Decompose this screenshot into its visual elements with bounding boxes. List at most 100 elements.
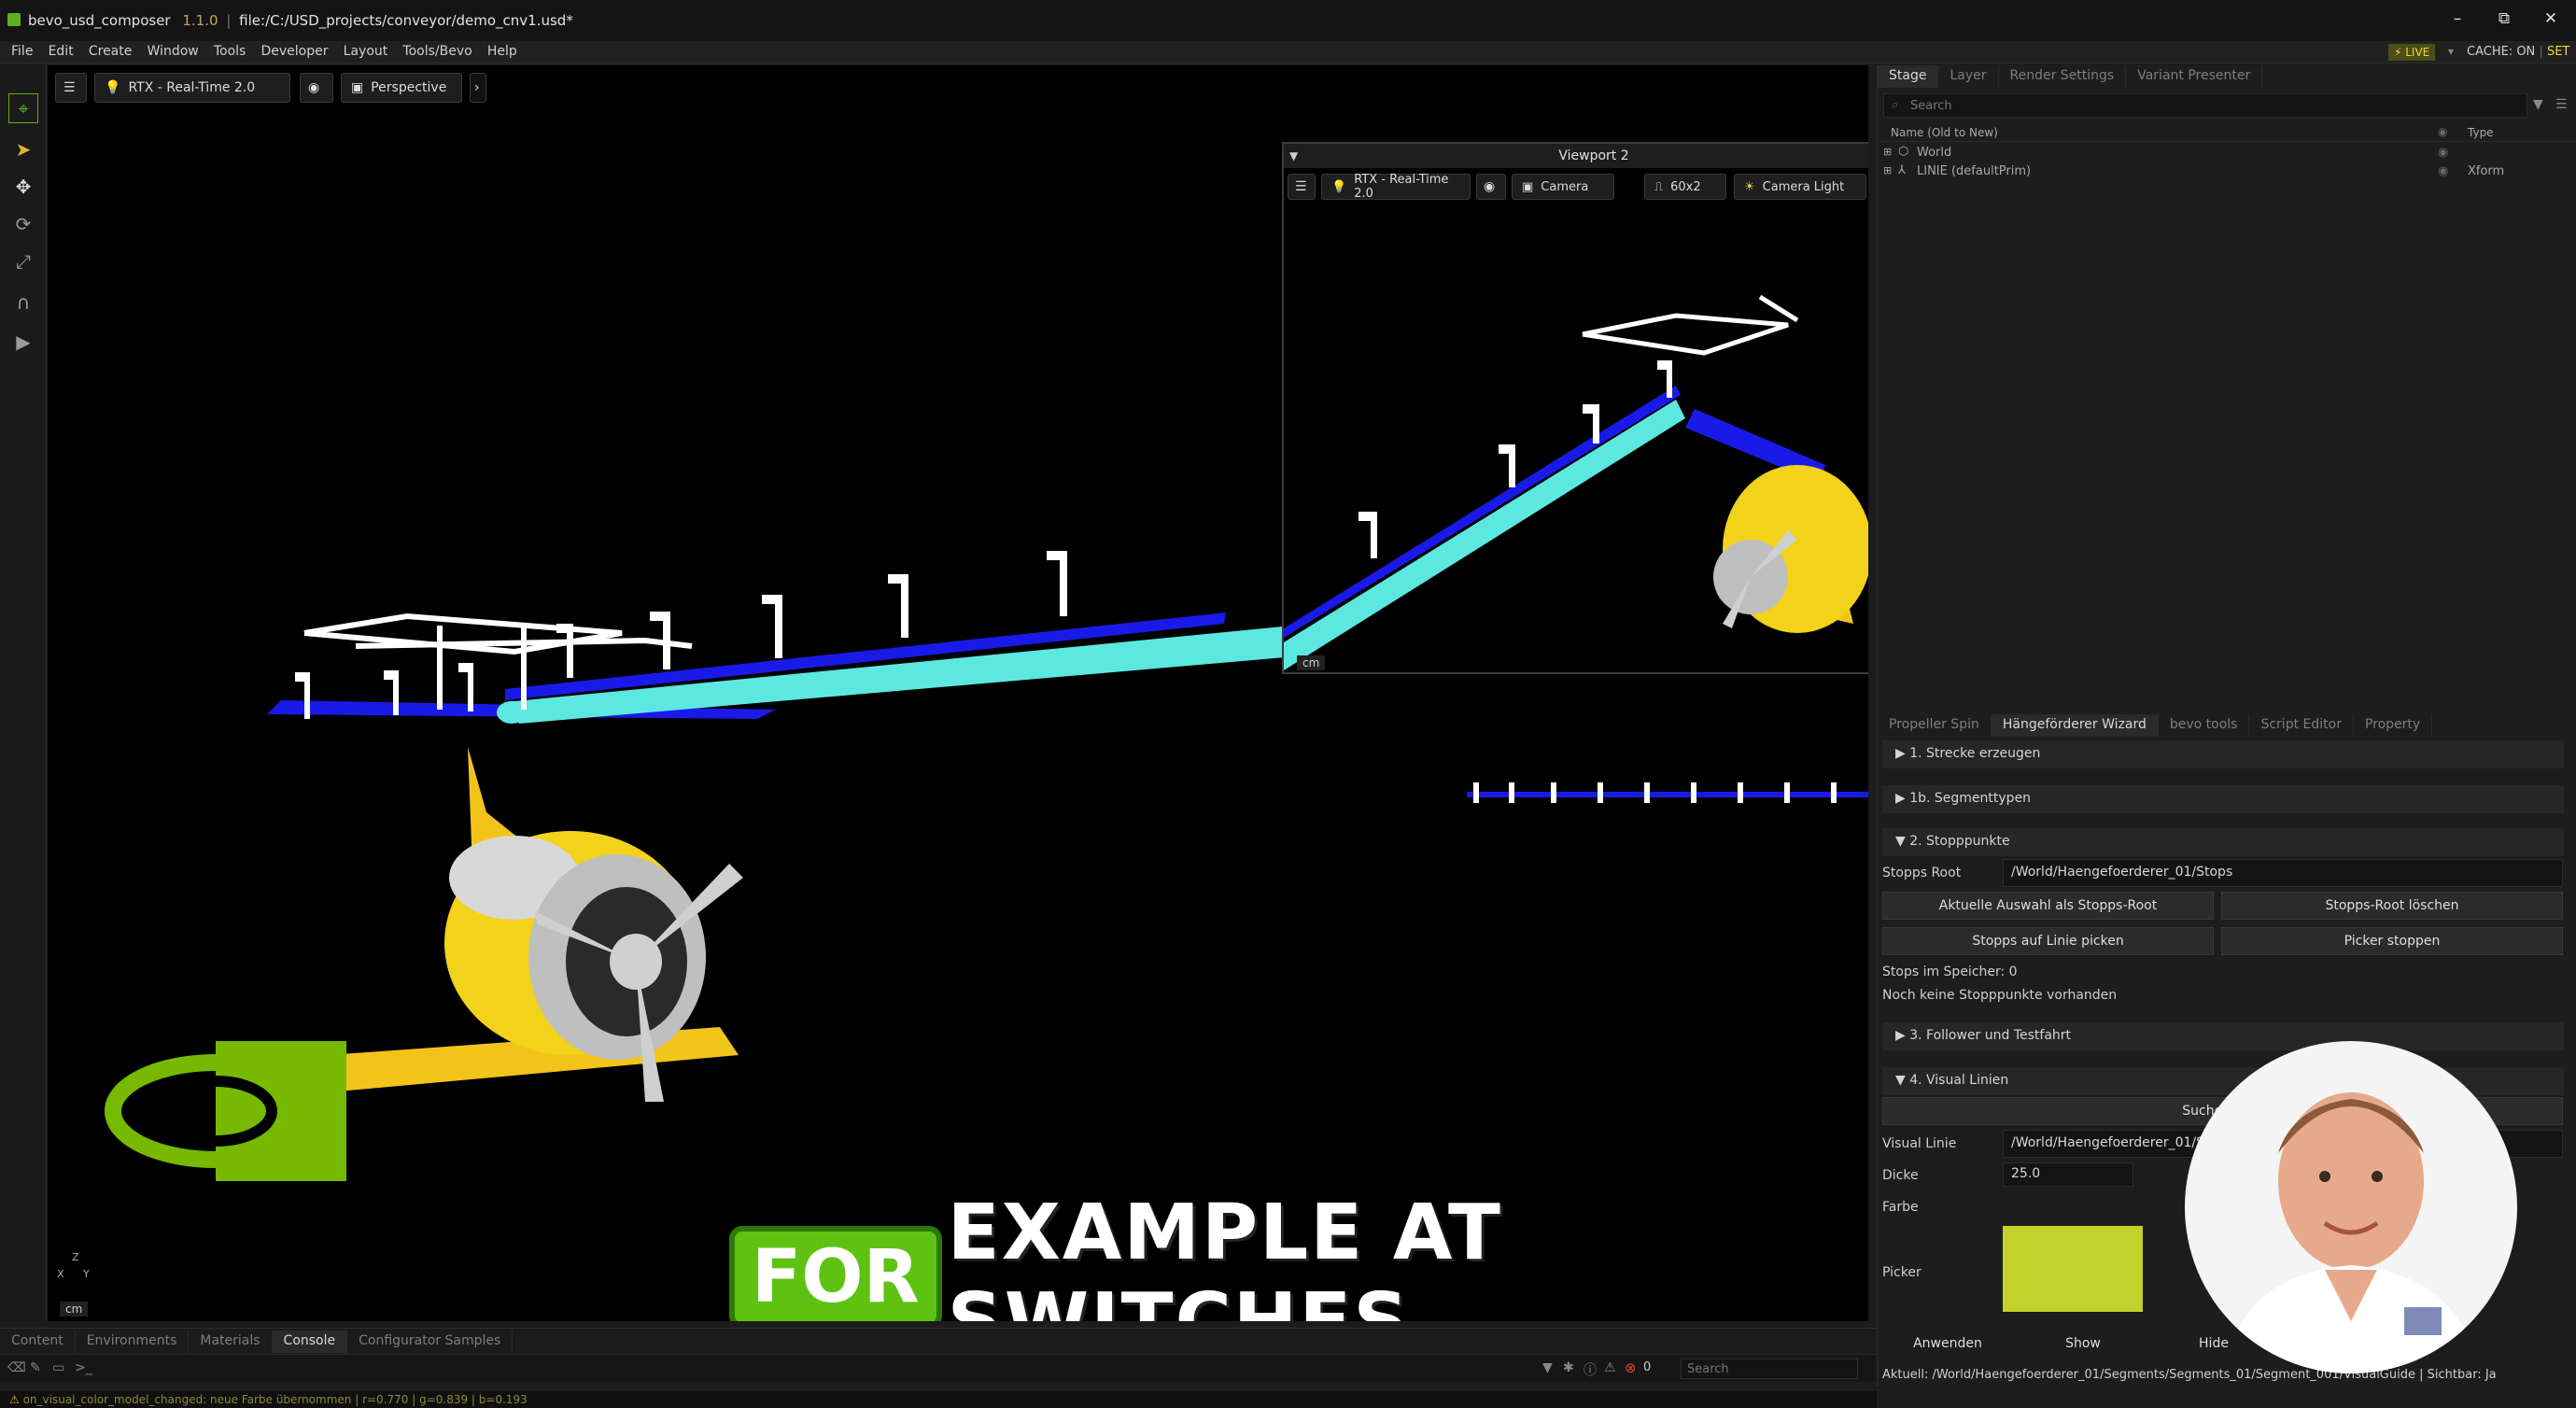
section-segmenttypen[interactable]: ▶ 1b. Segmenttypen: [1882, 785, 2564, 813]
viewport-2-header[interactable]: ▼ Viewport 2 ✕: [1284, 144, 1868, 168]
menu-window[interactable]: Window: [142, 41, 204, 62]
snap-tool-icon[interactable]: ∩: [8, 288, 38, 317]
edit-icon[interactable]: ✎: [30, 1360, 41, 1375]
vp2-renderer-button[interactable]: 💡 RTX - Real-Time 2.0: [1321, 173, 1471, 201]
title-bar: bevo_usd_composer 1.1.0 | file:/C:/USD_p…: [0, 0, 2576, 41]
filter-icon[interactable]: ▼: [2533, 97, 2543, 112]
main-viewport[interactable]: ☰ 💡 RTX - Real-Time 2.0 ◉ ▣ Perspective …: [48, 65, 1868, 1321]
pick-stops-button[interactable]: Stopps auf Linie picken: [1882, 927, 2214, 955]
vp2-visibility-button[interactable]: ◉: [1476, 174, 1506, 200]
stage-row-name: LINIE (defaultPrim): [1917, 164, 2032, 178]
vp2-unit-badge: cm: [1297, 655, 1326, 670]
section-strecke-erzeugen[interactable]: ▶ 1. Strecke erzeugen: [1882, 740, 2564, 768]
stop-picker-button[interactable]: Picker stoppen: [2221, 927, 2563, 955]
play-tool-icon[interactable]: ▶: [8, 327, 38, 357]
expand-icon[interactable]: ⊞: [1883, 164, 1892, 176]
section-follower-testfahrt[interactable]: ▶ 3. Follower und Testfahrt: [1882, 1022, 2564, 1050]
col-type-header[interactable]: Type: [2468, 126, 2494, 139]
vp2-fps-button[interactable]: ⎍ 60x2: [1644, 174, 1726, 200]
tab-configurator-samples[interactable]: Configurator Samples: [347, 1331, 514, 1353]
sun-icon: ☀: [1744, 179, 1755, 194]
verbose-icon[interactable]: ✱: [1563, 1360, 1574, 1375]
menu-edit[interactable]: Edit: [43, 41, 79, 62]
expand-icon[interactable]: ⊞: [1883, 146, 1892, 158]
col-name-header[interactable]: Name (Old to New): [1891, 126, 1998, 139]
menu-create[interactable]: Create: [83, 41, 138, 62]
vp2-scene-render: [1284, 294, 1868, 670]
apply-button[interactable]: Anwenden: [1882, 1331, 2013, 1359]
settings-icon: ☰: [1295, 179, 1307, 194]
tab-script-editor[interactable]: Script Editor: [2249, 714, 2354, 737]
stage-panel: Stage Layer Render Settings Variant Pres…: [1877, 65, 2576, 714]
menu-layout[interactable]: Layout: [338, 41, 394, 62]
tab-property[interactable]: Property: [2354, 714, 2433, 737]
tab-stage[interactable]: Stage: [1878, 65, 1939, 88]
tab-environments[interactable]: Environments: [76, 1331, 190, 1353]
tab-content[interactable]: Content: [0, 1331, 76, 1353]
caption-overlay: FOR EXAMPLE AT SWITCHES: [729, 1189, 1868, 1321]
minimize-button[interactable]: –: [2439, 9, 2476, 32]
info-icon[interactable]: ⓘ: [1584, 1360, 1597, 1379]
live-badge[interactable]: ⚡ LIVE: [2388, 44, 2436, 61]
caption-highlight: FOR: [729, 1226, 942, 1321]
menu-icon[interactable]: ☰: [2555, 97, 2568, 112]
tab-render-settings[interactable]: Render Settings: [1999, 65, 2127, 88]
tab-materials[interactable]: Materials: [189, 1331, 273, 1353]
clear-icon[interactable]: ⌫: [7, 1360, 26, 1375]
file-path: file:/C:/USD_projects/conveyor/demo_cnv1…: [239, 12, 573, 29]
axis-y-label: Y: [83, 1268, 90, 1280]
vp2-camera-button[interactable]: ▣ Camera: [1512, 174, 1614, 200]
tab-console[interactable]: Console: [272, 1331, 348, 1353]
show-button[interactable]: Show: [2018, 1331, 2148, 1359]
dicke-field[interactable]: 25.0: [2003, 1162, 2133, 1187]
stage-tabs: Stage Layer Render Settings Variant Pres…: [1878, 65, 2263, 88]
status-message: on_visual_color_model_changed: neue Farb…: [22, 1393, 528, 1406]
stage-header-row: Name (Old to New) ◉ Type: [1878, 123, 2576, 142]
stage-row[interactable]: ⊞ ⬡ World ◉: [1878, 144, 2576, 162]
current-selection-text: Aktuell: /World/Haengefoerderer_01/Segme…: [1882, 1368, 2497, 1382]
viewport-2-window[interactable]: ▼ Viewport 2 ✕ ☰ 💡 RTX - Real-Time 2.0 ◉…: [1282, 142, 1868, 674]
visibility-icon[interactable]: ◉: [2438, 164, 2448, 178]
stage-search-field[interactable]: ⌕: [1883, 93, 2527, 118]
close-button[interactable]: ✕: [2532, 9, 2569, 32]
tab-bevo-tools[interactable]: bevo tools: [2159, 714, 2250, 737]
menu-help[interactable]: Help: [482, 41, 523, 62]
delete-stopps-root-button[interactable]: Stopps-Root löschen: [2221, 892, 2563, 920]
menu-tools[interactable]: Tools: [208, 41, 252, 62]
vp2-light-button[interactable]: ☀ Camera Light: [1734, 174, 1866, 200]
stopps-root-field[interactable]: /World/Haengefoerderer_01/Stops: [2003, 859, 2563, 887]
menu-tools-bevo[interactable]: Tools/Bevo: [397, 41, 477, 62]
console-search-input[interactable]: [1681, 1359, 1858, 1379]
cache-label: CACHE: ON: [2467, 45, 2536, 59]
live-dropdown-icon[interactable]: ▾: [2448, 45, 2454, 58]
select-tool-icon[interactable]: ➤: [8, 134, 38, 164]
prompt-icon: >_: [75, 1360, 92, 1375]
menu-file[interactable]: File: [6, 41, 38, 62]
error-icon[interactable]: ⊗: [1625, 1359, 1637, 1376]
stage-row[interactable]: ⊞ ⅄ LINIE (defaultPrim) ◉ Xform: [1878, 162, 2576, 181]
visibility-icon[interactable]: ◉: [2438, 146, 2448, 160]
scale-tool-icon[interactable]: ⤢: [8, 246, 38, 276]
restore-button[interactable]: ⧉: [2485, 9, 2523, 32]
menu-developer[interactable]: Developer: [256, 41, 334, 62]
stage-search-input[interactable]: [1910, 97, 2470, 114]
left-toolbar: ⌖ ➤ ✥ ⟳ ⤢ ∩ ▶: [0, 65, 47, 1321]
move-tool-icon[interactable]: ✥: [8, 172, 38, 202]
tab-propeller-spin[interactable]: Propeller Spin: [1878, 714, 1992, 737]
picker-label: Picker: [1882, 1265, 1921, 1280]
warning-icon[interactable]: ⚠: [1604, 1360, 1616, 1375]
set-stopps-root-button[interactable]: Aktuelle Auswahl als Stopps-Root: [1882, 892, 2214, 920]
camera-tool-icon[interactable]: ⌖: [8, 93, 38, 123]
dicke-label: Dicke: [1882, 1168, 1919, 1183]
section-stopppunkte[interactable]: ▼ 2. Stopppunkte: [1882, 828, 2564, 856]
rotate-tool-icon[interactable]: ⟳: [8, 209, 38, 239]
vp2-settings-button[interactable]: ☰: [1288, 174, 1316, 200]
axis-gizmo: Z X Y: [57, 1251, 94, 1288]
filter-icon[interactable]: ▼: [1542, 1360, 1553, 1375]
tab-layer[interactable]: Layer: [1938, 65, 1999, 88]
folder-icon[interactable]: ▭: [52, 1360, 64, 1375]
collapse-icon[interactable]: ▼: [1289, 144, 1298, 168]
tab-haengefoerderer-wizard[interactable]: Hängeförderer Wizard: [1991, 714, 2159, 737]
tab-variant-presenter[interactable]: Variant Presenter: [2126, 65, 2263, 88]
color-picker-swatch[interactable]: [2003, 1226, 2143, 1312]
